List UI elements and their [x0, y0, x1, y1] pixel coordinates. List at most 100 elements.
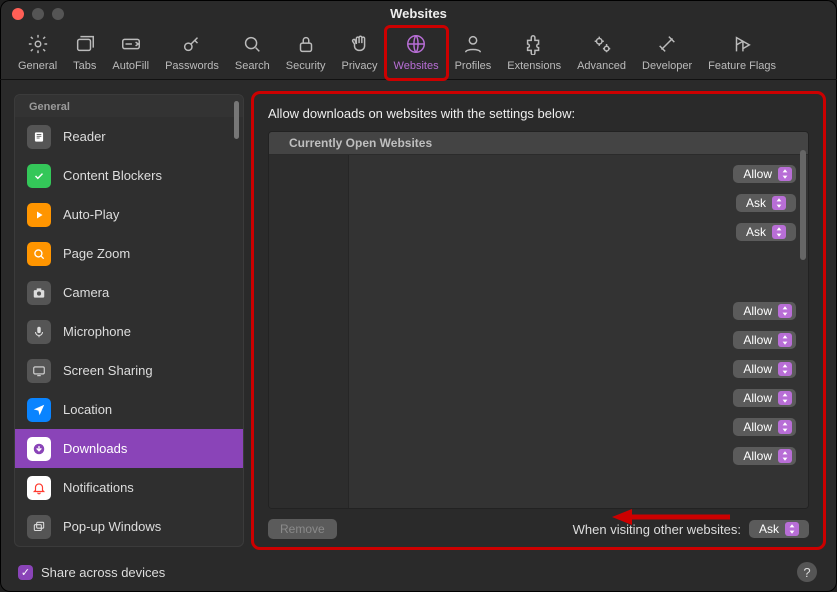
sidebar-item-label: Screen Sharing — [63, 363, 153, 378]
toolbar-security[interactable]: Security — [278, 27, 334, 79]
favicon-column — [269, 155, 349, 508]
dropdown-value: Allow — [743, 304, 772, 318]
download-icon — [27, 437, 51, 461]
permission-dropdown[interactable]: Ask — [736, 223, 796, 241]
toolbar-passwords[interactable]: Passwords — [157, 27, 227, 79]
sidebar-scrollbar[interactable] — [234, 101, 239, 139]
chevron-updown-icon — [778, 333, 792, 347]
toolbar-feature-flags[interactable]: Feature Flags — [700, 27, 784, 79]
chevron-updown-icon — [778, 449, 792, 463]
dropdown-value: Allow — [743, 420, 772, 434]
website-row[interactable]: Allow — [733, 389, 796, 407]
sidebar-item-label: Camera — [63, 285, 109, 300]
preferences-toolbar: General Tabs AutoFill Passwords Search S… — [0, 27, 837, 80]
sidebar-item-reader[interactable]: Reader — [15, 117, 243, 156]
share-across-devices-checkbox[interactable]: ✓ — [18, 565, 33, 580]
sidebar-item-content-blockers[interactable]: Content Blockers — [15, 156, 243, 195]
sidebar-item-location[interactable]: Location — [15, 390, 243, 429]
toolbar-search[interactable]: Search — [227, 27, 278, 79]
chevron-updown-icon — [778, 304, 792, 318]
toolbar-label: Developer — [642, 60, 692, 72]
website-row[interactable]: Allow — [733, 360, 796, 378]
sidebar-item-page-zoom[interactable]: Page Zoom — [15, 234, 243, 273]
sidebar-item-label: Location — [63, 402, 112, 417]
sidebar-item-popup-windows[interactable]: Pop-up Windows — [15, 507, 243, 546]
permission-dropdown[interactable]: Allow — [733, 331, 796, 349]
puzzle-icon — [523, 33, 545, 58]
sidebar-item-label: Reader — [63, 129, 106, 144]
permission-dropdown[interactable]: Allow — [733, 165, 796, 183]
main-panel: Allow downloads on websites with the set… — [254, 94, 823, 547]
permission-dropdown[interactable]: Allow — [733, 418, 796, 436]
permission-dropdown[interactable]: Allow — [733, 389, 796, 407]
autofill-icon — [120, 33, 142, 58]
website-row[interactable]: Ask — [736, 194, 796, 212]
website-row[interactable]: Ask — [736, 223, 796, 241]
toolbar-label: General — [18, 60, 57, 72]
dropdown-value: Allow — [743, 362, 772, 376]
sidebar-item-auto-play[interactable]: Auto-Play — [15, 195, 243, 234]
globe-icon — [405, 33, 427, 58]
website-row[interactable]: Allow — [733, 165, 796, 183]
main-heading: Allow downloads on websites with the set… — [268, 106, 809, 121]
window-footer: ✓ Share across devices ? — [0, 557, 837, 592]
remove-button[interactable]: Remove — [268, 519, 337, 539]
website-row[interactable]: Allow — [733, 331, 796, 349]
gears-icon — [591, 33, 613, 58]
permission-dropdown[interactable]: Allow — [733, 302, 796, 320]
person-icon — [462, 33, 484, 58]
dropdown-value: Allow — [743, 167, 772, 181]
sidebar-item-label: Auto-Play — [63, 207, 119, 222]
help-button[interactable]: ? — [797, 562, 817, 582]
toolbar-tabs[interactable]: Tabs — [65, 27, 104, 79]
dropdown-value: Ask — [759, 522, 779, 536]
permission-dropdown[interactable]: Ask — [736, 194, 796, 212]
sidebar-item-microphone[interactable]: Microphone — [15, 312, 243, 351]
toolbar-general[interactable]: General — [10, 27, 65, 79]
sidebar-item-label: Microphone — [63, 324, 131, 339]
sidebar-item-label: Downloads — [63, 441, 127, 456]
permission-dropdown[interactable]: Allow — [733, 360, 796, 378]
toolbar-profiles[interactable]: Profiles — [447, 27, 500, 79]
zoom-icon — [27, 242, 51, 266]
toolbar-websites[interactable]: Websites — [386, 27, 447, 79]
tools-icon — [656, 33, 678, 58]
dropdown-value: Allow — [743, 391, 772, 405]
window-title: Websites — [0, 6, 837, 21]
list-scrollbar[interactable] — [800, 150, 806, 260]
website-row[interactable]: Allow — [733, 418, 796, 436]
search-icon — [241, 33, 263, 58]
toolbar-developer[interactable]: Developer — [634, 27, 700, 79]
toolbar-privacy[interactable]: Privacy — [333, 27, 385, 79]
list-header: Currently Open Websites — [269, 132, 808, 155]
toolbar-advanced[interactable]: Advanced — [569, 27, 634, 79]
sidebar: General Reader Content Blockers Auto-Pla… — [14, 94, 244, 547]
titlebar: Websites — [0, 0, 837, 27]
chevron-updown-icon — [778, 391, 792, 405]
sidebar-item-camera[interactable]: Camera — [15, 273, 243, 312]
sidebar-item-screen-sharing[interactable]: Screen Sharing — [15, 351, 243, 390]
sidebar-item-downloads[interactable]: Downloads — [15, 429, 243, 468]
other-websites-label: When visiting other websites: — [573, 522, 741, 537]
dropdown-value: Allow — [743, 449, 772, 463]
sidebar-item-label: Page Zoom — [63, 246, 130, 261]
toolbar-autofill[interactable]: AutoFill — [104, 27, 157, 79]
sidebar-item-notifications[interactable]: Notifications — [15, 468, 243, 507]
websites-list: Currently Open Websites Allow Ask Ask Al… — [268, 131, 809, 509]
sidebar-item-label: Pop-up Windows — [63, 519, 161, 534]
other-websites-dropdown[interactable]: Ask — [749, 520, 809, 538]
toolbar-extensions[interactable]: Extensions — [499, 27, 569, 79]
website-row[interactable]: Allow — [733, 302, 796, 320]
sidebar-group-label: General — [15, 95, 243, 117]
toolbar-label: Advanced — [577, 60, 626, 72]
website-row[interactable]: Allow — [733, 447, 796, 465]
toolbar-label: Search — [235, 60, 270, 72]
dropdown-value: Allow — [743, 333, 772, 347]
toolbar-label: Tabs — [73, 60, 96, 72]
microphone-icon — [27, 320, 51, 344]
permission-dropdown[interactable]: Allow — [733, 447, 796, 465]
windows-icon — [27, 515, 51, 539]
play-icon — [27, 203, 51, 227]
flags-icon — [731, 33, 753, 58]
chevron-updown-icon — [778, 167, 792, 181]
